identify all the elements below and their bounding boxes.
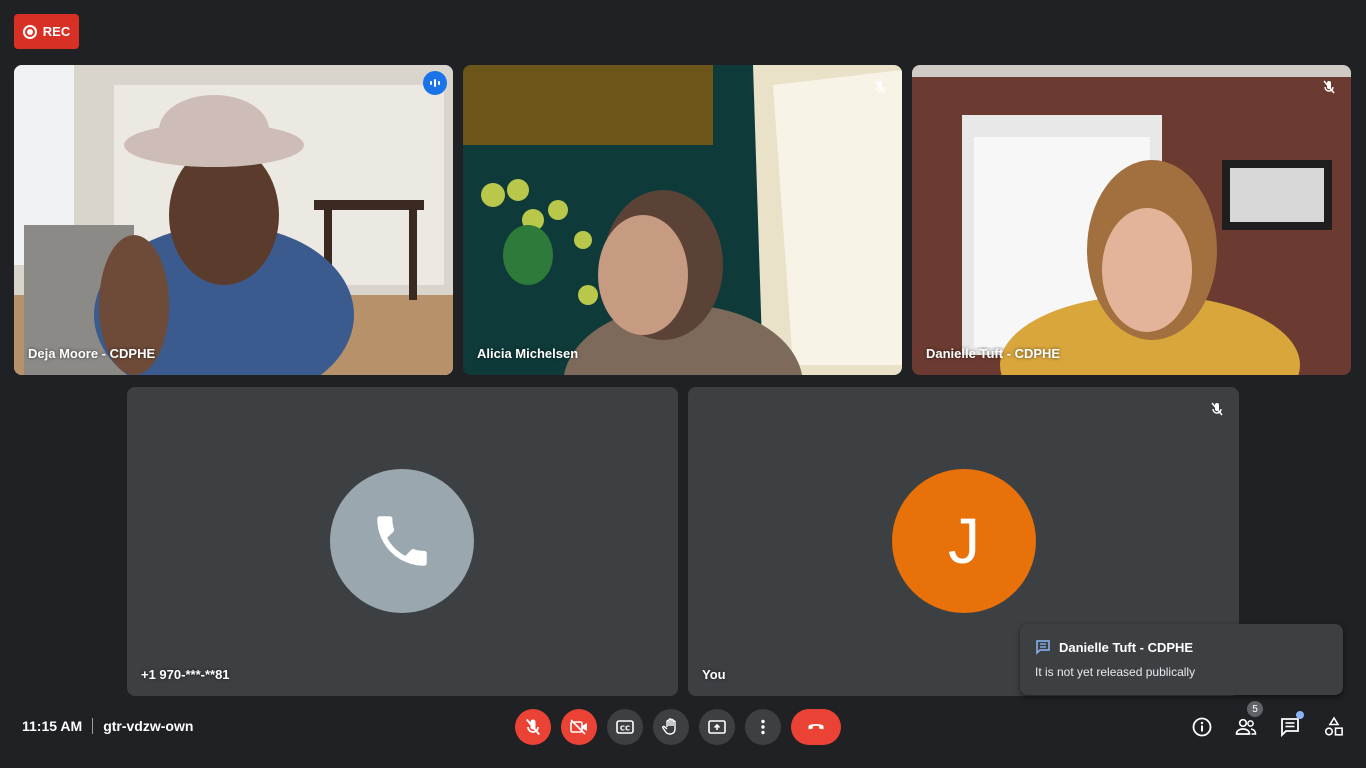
participant-name: You	[702, 667, 726, 682]
meeting-toolbar: 11:15 AM gtr-vdzw-own CC 5	[0, 696, 1366, 768]
microphone-toggle-button[interactable]	[515, 709, 551, 745]
current-time: 11:15 AM	[22, 718, 83, 734]
present-screen-button[interactable]	[699, 709, 735, 745]
muted-mic-icon	[1317, 75, 1341, 99]
participant-name: +1 970-***-**81	[141, 667, 230, 682]
chat-notification[interactable]: Danielle Tuft - CDPHE It is not yet rele…	[1020, 624, 1343, 695]
meeting-details-button[interactable]	[1184, 709, 1220, 745]
chat-sender: Danielle Tuft - CDPHE	[1059, 639, 1194, 655]
mic-off-icon	[526, 718, 540, 736]
people-count-badge: 5	[1247, 701, 1263, 717]
video-tile-deja-moore[interactable]: Deja Moore - CDPHE	[14, 65, 453, 375]
recording-label: REC	[42, 24, 71, 39]
chat-button[interactable]	[1272, 709, 1308, 745]
present-icon	[708, 720, 726, 734]
more-vert-icon	[761, 719, 765, 735]
avatar-initial: J	[948, 505, 980, 577]
meeting-code: gtr-vdzw-own	[103, 718, 194, 734]
chat-message: It is not yet released publically	[1035, 665, 1196, 679]
captions-button[interactable]: CC	[607, 709, 643, 745]
raise-hand-button[interactable]	[653, 709, 689, 745]
camera-toggle-button[interactable]	[561, 709, 597, 745]
activities-button[interactable]	[1316, 709, 1352, 745]
chat-icon	[1036, 640, 1050, 655]
video-tile-phone-participant[interactable]: +1 970-***-**81	[127, 387, 678, 696]
video-tile-alicia-michelsen[interactable]: Alicia Michelsen	[463, 65, 902, 375]
hand-icon	[662, 718, 676, 735]
more-options-button[interactable]	[745, 709, 781, 745]
video-tile-danielle-tuft[interactable]: Danielle Tuft - CDPHE	[912, 65, 1351, 375]
people-button[interactable]: 5	[1228, 701, 1264, 745]
svg-text:CC: CC	[620, 725, 630, 733]
chat-icon	[1281, 718, 1299, 738]
participant-video	[463, 65, 902, 375]
participant-name: Deja Moore - CDPHE	[28, 346, 156, 361]
divider	[92, 718, 94, 734]
hang-up-icon	[808, 724, 824, 730]
muted-mic-icon	[1205, 397, 1229, 421]
recording-indicator[interactable]: REC	[14, 14, 79, 49]
participant-name: Danielle Tuft - CDPHE	[926, 346, 1061, 361]
closed-captions-icon: CC	[616, 720, 634, 734]
record-icon	[22, 24, 37, 39]
camera-off-icon	[570, 719, 587, 735]
phone-avatar	[330, 469, 474, 613]
leave-call-button[interactable]	[791, 709, 841, 745]
muted-mic-icon	[868, 75, 892, 99]
participant-video	[912, 65, 1351, 375]
shapes-icon	[1324, 716, 1343, 736]
participant-name: Alicia Michelsen	[477, 346, 579, 361]
unread-dot	[1296, 711, 1304, 719]
people-icon	[1235, 718, 1257, 735]
info-icon	[1192, 717, 1212, 737]
speaking-indicator-icon	[423, 71, 447, 95]
phone-icon	[377, 516, 427, 566]
participant-video	[14, 65, 453, 375]
user-avatar: J	[892, 469, 1036, 613]
